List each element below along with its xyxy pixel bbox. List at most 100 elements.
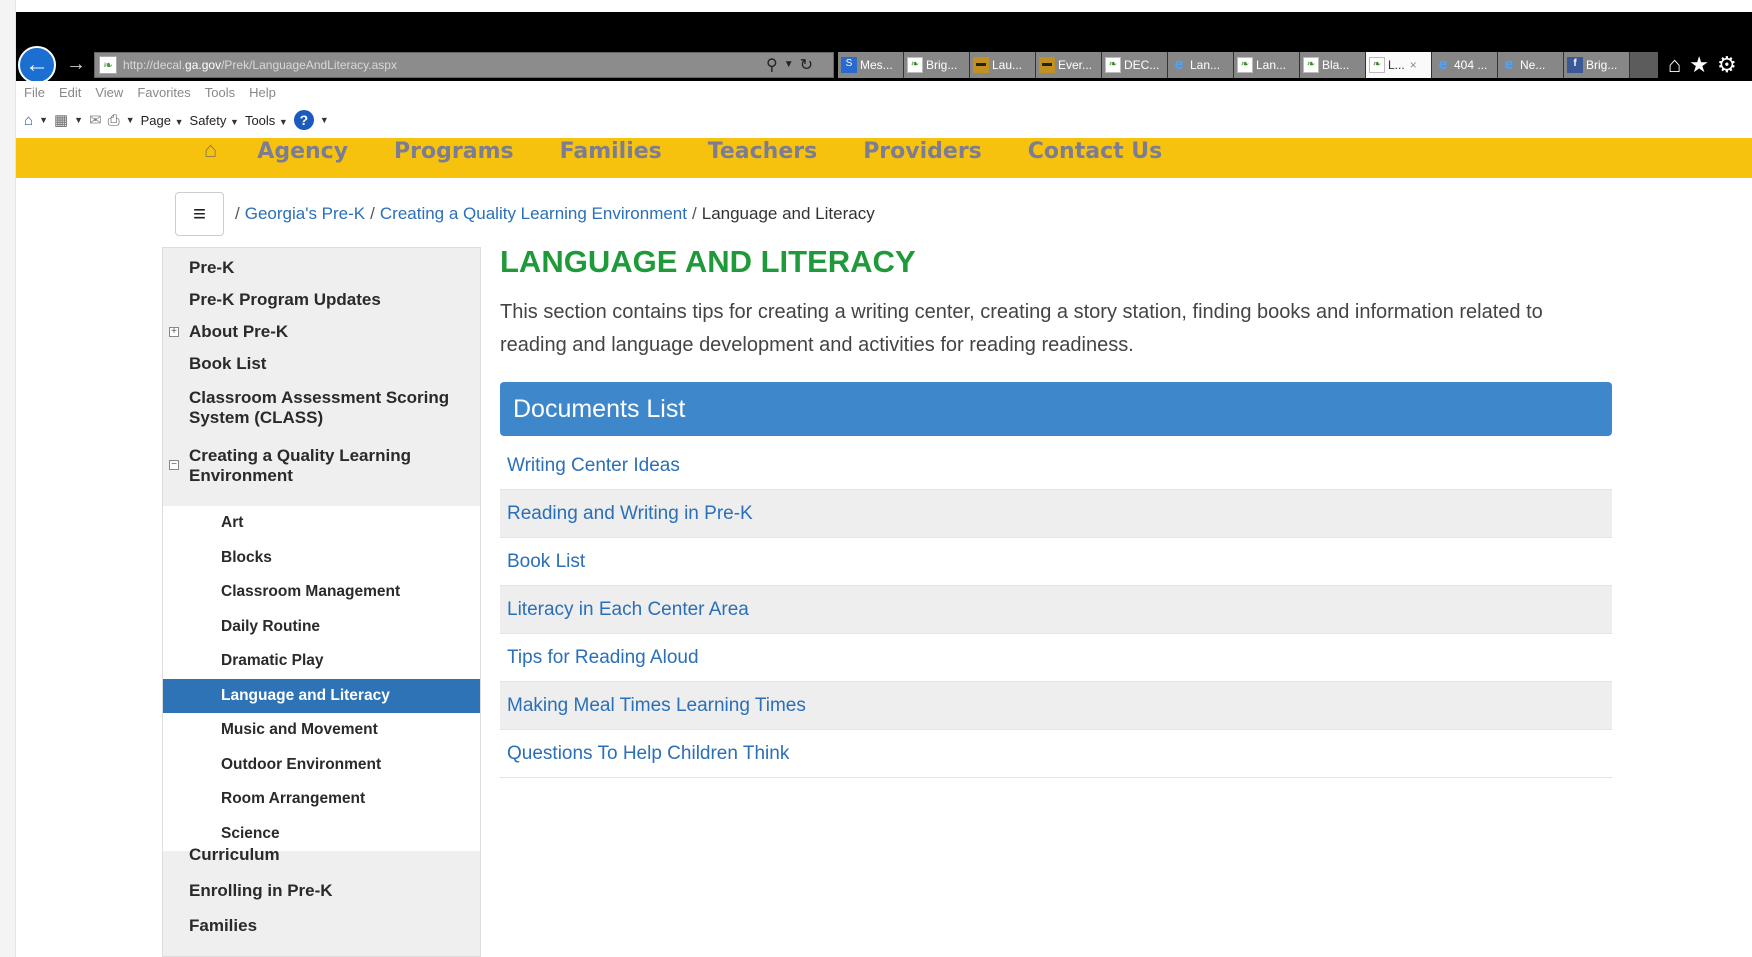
document-link[interactable]: Tips for Reading Aloud bbox=[500, 634, 1612, 682]
browser-tab[interactable]: ▬ Ever... bbox=[1036, 51, 1102, 78]
sidebar-subitem[interactable]: Blocks bbox=[163, 541, 480, 576]
nav-providers[interactable]: Providers bbox=[863, 139, 982, 164]
back-arrow-icon: ← bbox=[25, 50, 49, 78]
browser-tab[interactable]: ❧ DEC... bbox=[1102, 51, 1168, 78]
breadcrumb: ≡ / Georgia's Pre-K / Creating a Quality… bbox=[175, 192, 875, 236]
url-tools: ⚲ ▼ ↻ bbox=[766, 55, 830, 75]
settings-gear-icon[interactable]: ⚙ bbox=[1717, 52, 1737, 78]
browser-tab[interactable]: ❧ Bla... bbox=[1300, 51, 1366, 78]
sidebar-subitem[interactable]: Daily Routine bbox=[163, 610, 480, 645]
feeds-caret-icon[interactable]: ▼ bbox=[74, 115, 83, 125]
browser-tab[interactable]: e Ne... bbox=[1498, 51, 1564, 78]
sidebar-subitem[interactable]: Music and Movement bbox=[163, 713, 480, 748]
sidebar-subitem[interactable]: Room Arrangement bbox=[163, 782, 480, 817]
browser-tab[interactable]: ❧ Brig... bbox=[904, 51, 970, 78]
menu-favorites[interactable]: Favorites bbox=[137, 85, 190, 100]
sidebar-item[interactable]: Pre-K Program Updates bbox=[163, 290, 463, 310]
nav-teachers[interactable]: Teachers bbox=[708, 139, 817, 164]
home-icon[interactable]: ⌂ bbox=[1668, 52, 1681, 78]
documents-list: Writing Center Ideas Reading and Writing … bbox=[500, 442, 1612, 778]
tab-label: Lau... bbox=[992, 57, 1023, 72]
safety-menu-button[interactable]: Safety ▼ bbox=[190, 113, 239, 128]
sidebar-item[interactable]: Enrolling in Pre-K bbox=[163, 881, 333, 901]
print-caret-icon[interactable]: ▼ bbox=[126, 115, 135, 125]
tools-menu-button[interactable]: Tools ▼ bbox=[245, 113, 288, 128]
sidebar-item[interactable]: − Creating a Quality Learning Environment bbox=[163, 446, 463, 486]
menu-file[interactable]: File bbox=[24, 85, 45, 100]
nav-agency[interactable]: Agency bbox=[257, 139, 348, 164]
help-icon[interactable]: ? bbox=[293, 110, 314, 130]
document-link[interactable]: Writing Center Ideas bbox=[500, 442, 1612, 490]
sidebar-item[interactable]: + About Pre-K bbox=[163, 322, 463, 342]
menu-tools[interactable]: Tools bbox=[205, 85, 235, 100]
document-link[interactable]: Literacy in Each Center Area bbox=[500, 586, 1612, 634]
sidebar: Pre-K Pre-K Program Updates + About Pre-K Bo… bbox=[162, 247, 481, 957]
ie-page-icon: e bbox=[1504, 55, 1514, 73]
breadcrumb-georgias-prek[interactable]: Georgia's Pre-K bbox=[245, 204, 365, 224]
breadcrumb-separator: / bbox=[370, 204, 375, 223]
document-link[interactable]: Making Meal Times Learning Times bbox=[500, 682, 1612, 730]
tab-label: Mes... bbox=[860, 57, 893, 72]
hamburger-icon: ≡ bbox=[193, 201, 206, 226]
sidebar-subitem[interactable]: Art bbox=[163, 506, 480, 541]
help-caret-icon[interactable]: ▼ bbox=[320, 115, 329, 125]
site-favicon-icon: ▬ bbox=[973, 56, 989, 73]
browser-tab[interactable]: e Lan... bbox=[1168, 51, 1234, 78]
document-link[interactable]: Reading and Writing in Pre-K bbox=[500, 490, 1612, 538]
browser-tab[interactable]: S Mes... bbox=[838, 51, 904, 78]
home-page-icon[interactable]: ⌂ bbox=[24, 112, 33, 129]
site-favicon-icon: ❧ bbox=[907, 56, 923, 73]
tab-label: DEC... bbox=[1124, 57, 1160, 72]
dropdown-caret-icon[interactable]: ▼ bbox=[784, 59, 794, 70]
site-favicon-icon: ❧ bbox=[1369, 56, 1385, 73]
home-icon[interactable]: ⌂ bbox=[204, 137, 217, 163]
nav-contact-us[interactable]: Contact Us bbox=[1028, 139, 1162, 164]
document-link[interactable]: Book List bbox=[500, 538, 1612, 586]
browser-tab[interactable]: ▬ Lau... bbox=[970, 51, 1036, 78]
print-icon[interactable]: ⎙ bbox=[108, 112, 120, 129]
url-field[interactable]: ❧ http://decal.ga.gov/Prek/LanguageAndLi… bbox=[94, 51, 834, 78]
menu-view[interactable]: View bbox=[95, 85, 123, 100]
sidebar-subitem[interactable]: Language and Literacy bbox=[163, 678, 480, 713]
sidebar-sub-list: Art Blocks Classroom Management Daily Routi… bbox=[163, 506, 480, 851]
tab-label: Lan... bbox=[1256, 57, 1287, 72]
main-content: LANGUAGE AND LITERACY This section conta… bbox=[500, 244, 1612, 778]
new-tab-button[interactable] bbox=[1630, 51, 1658, 78]
tab-label: L... bbox=[1388, 57, 1405, 72]
browser-tab[interactable]: ❧ Lan... bbox=[1234, 51, 1300, 78]
forward-button[interactable]: → bbox=[66, 53, 86, 76]
page-menu-button[interactable]: Page ▼ bbox=[141, 113, 184, 128]
sidebar-subitem[interactable]: Classroom Management bbox=[163, 575, 480, 610]
browser-tab[interactable]: ❧ L... × bbox=[1366, 51, 1432, 78]
browser-tab[interactable]: f Brig... bbox=[1564, 51, 1630, 78]
page-intro: This section contains tips for creating … bbox=[500, 301, 1543, 356]
nav-families[interactable]: Families bbox=[560, 139, 662, 164]
sidebar-item[interactable]: Classroom Assessment Scoring System (CLA… bbox=[163, 388, 463, 428]
menu-help[interactable]: Help bbox=[249, 85, 276, 100]
menu-edit[interactable]: Edit bbox=[59, 85, 81, 100]
favorites-star-icon[interactable]: ★ bbox=[1689, 52, 1709, 78]
back-button[interactable]: ← bbox=[18, 45, 56, 84]
facebook-icon: f bbox=[1567, 56, 1583, 73]
breadcrumb-quality-environment[interactable]: Creating a Quality Learning Environment bbox=[380, 204, 687, 224]
sidebar-item-label: Creating a Quality Learning Environment bbox=[189, 446, 411, 485]
sidebar-subitem[interactable]: Dramatic Play bbox=[163, 644, 480, 679]
sidebar-item[interactable]: Curriculum bbox=[163, 845, 280, 865]
mail-icon[interactable]: ✉ bbox=[89, 111, 102, 129]
breadcrumb-current: Language and Literacy bbox=[701, 204, 875, 223]
sidebar-subitem[interactable]: Outdoor Environment bbox=[163, 748, 480, 783]
sidebar-item[interactable]: Book List bbox=[163, 354, 463, 374]
search-icon[interactable]: ⚲ bbox=[766, 55, 778, 75]
browser-tab[interactable]: e 404 ... bbox=[1432, 51, 1498, 78]
collapse-icon[interactable]: − bbox=[169, 460, 179, 470]
close-tab-icon[interactable]: × bbox=[1410, 58, 1417, 72]
nav-programs[interactable]: Programs bbox=[394, 139, 514, 164]
feeds-icon[interactable]: ▦ bbox=[54, 111, 68, 129]
menu-toggle-button[interactable]: ≡ bbox=[175, 192, 224, 236]
sidebar-item[interactable]: Families bbox=[163, 916, 257, 936]
sidebar-item[interactable]: Pre-K bbox=[163, 258, 463, 278]
refresh-icon[interactable]: ↻ bbox=[800, 55, 813, 75]
home-caret-icon[interactable]: ▼ bbox=[39, 115, 48, 125]
document-link[interactable]: Questions To Help Children Think bbox=[500, 730, 1612, 778]
expand-icon[interactable]: + bbox=[169, 327, 179, 337]
